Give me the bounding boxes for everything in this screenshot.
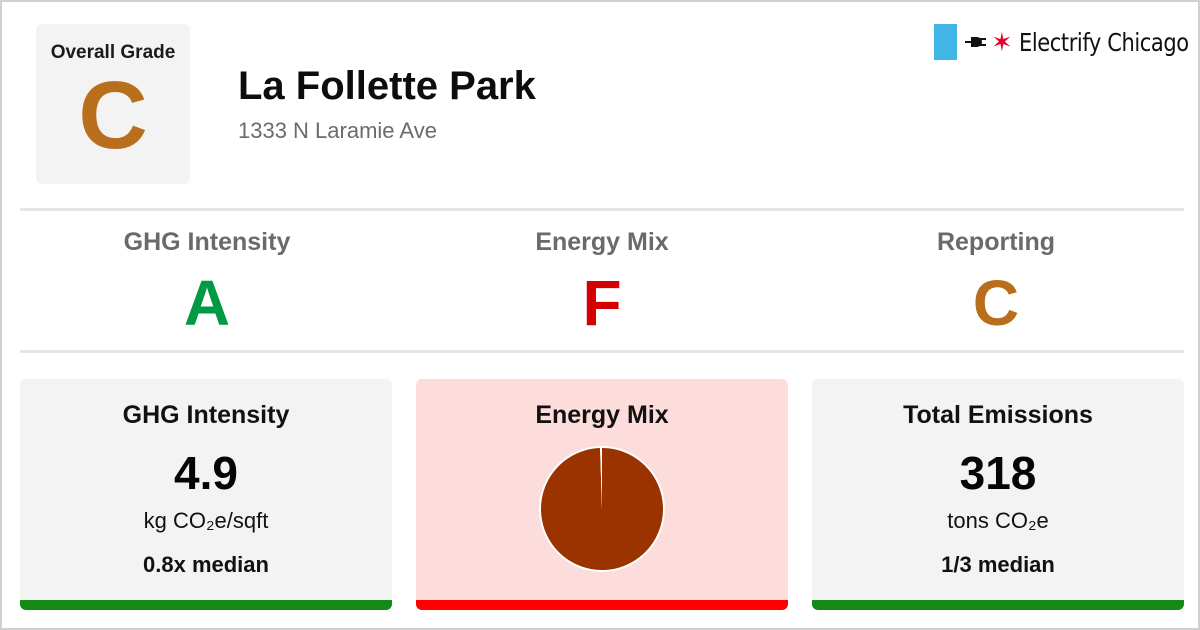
status-bar — [812, 600, 1184, 610]
divider — [20, 208, 1184, 211]
flag-bar-icon — [934, 24, 957, 60]
star-icon: ✶ — [991, 27, 1013, 57]
building-title: La Follette Park — [238, 64, 536, 108]
subgrade-label: GHG Intensity — [123, 228, 291, 256]
status-bar — [416, 600, 788, 610]
subgrade-letter: A — [183, 267, 231, 339]
ghg-intensity-card: GHG Intensity 4.9 kg CO₂e/sqft 0.8x medi… — [20, 379, 392, 610]
building-address: 1333 N Laramie Ave — [238, 118, 437, 143]
subgrade-letter: C — [972, 267, 1020, 339]
ghg-intensity-value: 4.9 — [174, 447, 238, 499]
subgrade-reporting: Reporting C — [799, 228, 1193, 335]
subgrade-label: Reporting — [936, 228, 1056, 256]
total-emissions-unit: tons CO₂e — [947, 508, 1049, 533]
subgrade-energy-mix: Energy Mix F — [405, 228, 799, 335]
status-bar — [20, 600, 392, 610]
overall-grade-box: Overall Grade C — [36, 24, 190, 184]
energy-mix-card: Energy Mix — [416, 379, 788, 610]
ghg-intensity-unit: kg CO₂e/sqft — [143, 508, 269, 533]
brand-logo[interactable]: ✶ Electrify Chicago — [934, 24, 1200, 60]
ghg-intensity-median: 0.8x median — [143, 552, 269, 577]
plug-icon — [965, 37, 986, 47]
card-title: GHG Intensity — [122, 401, 290, 429]
total-emissions-median: 1/3 median — [941, 552, 1055, 577]
overall-grade-letter: C — [78, 62, 148, 169]
divider — [20, 350, 1184, 353]
subgrade-letter: F — [582, 267, 622, 339]
subgrade-label: Energy Mix — [535, 228, 669, 256]
share-card: Overall Grade C La Follette Park 1333 N … — [0, 0, 1200, 630]
card-title: Total Emissions — [903, 401, 1093, 429]
brand-name: Electrify Chicago — [1018, 27, 1189, 57]
overall-grade-label: Overall Grade — [50, 42, 176, 63]
total-emissions-value: 318 — [959, 447, 1037, 499]
energy-mix-pie-chart — [539, 446, 665, 572]
card-title: Energy Mix — [535, 401, 669, 429]
subgrade-ghg-intensity: GHG Intensity A — [10, 228, 404, 335]
total-emissions-card: Total Emissions 318 tons CO₂e 1/3 median — [812, 379, 1184, 610]
